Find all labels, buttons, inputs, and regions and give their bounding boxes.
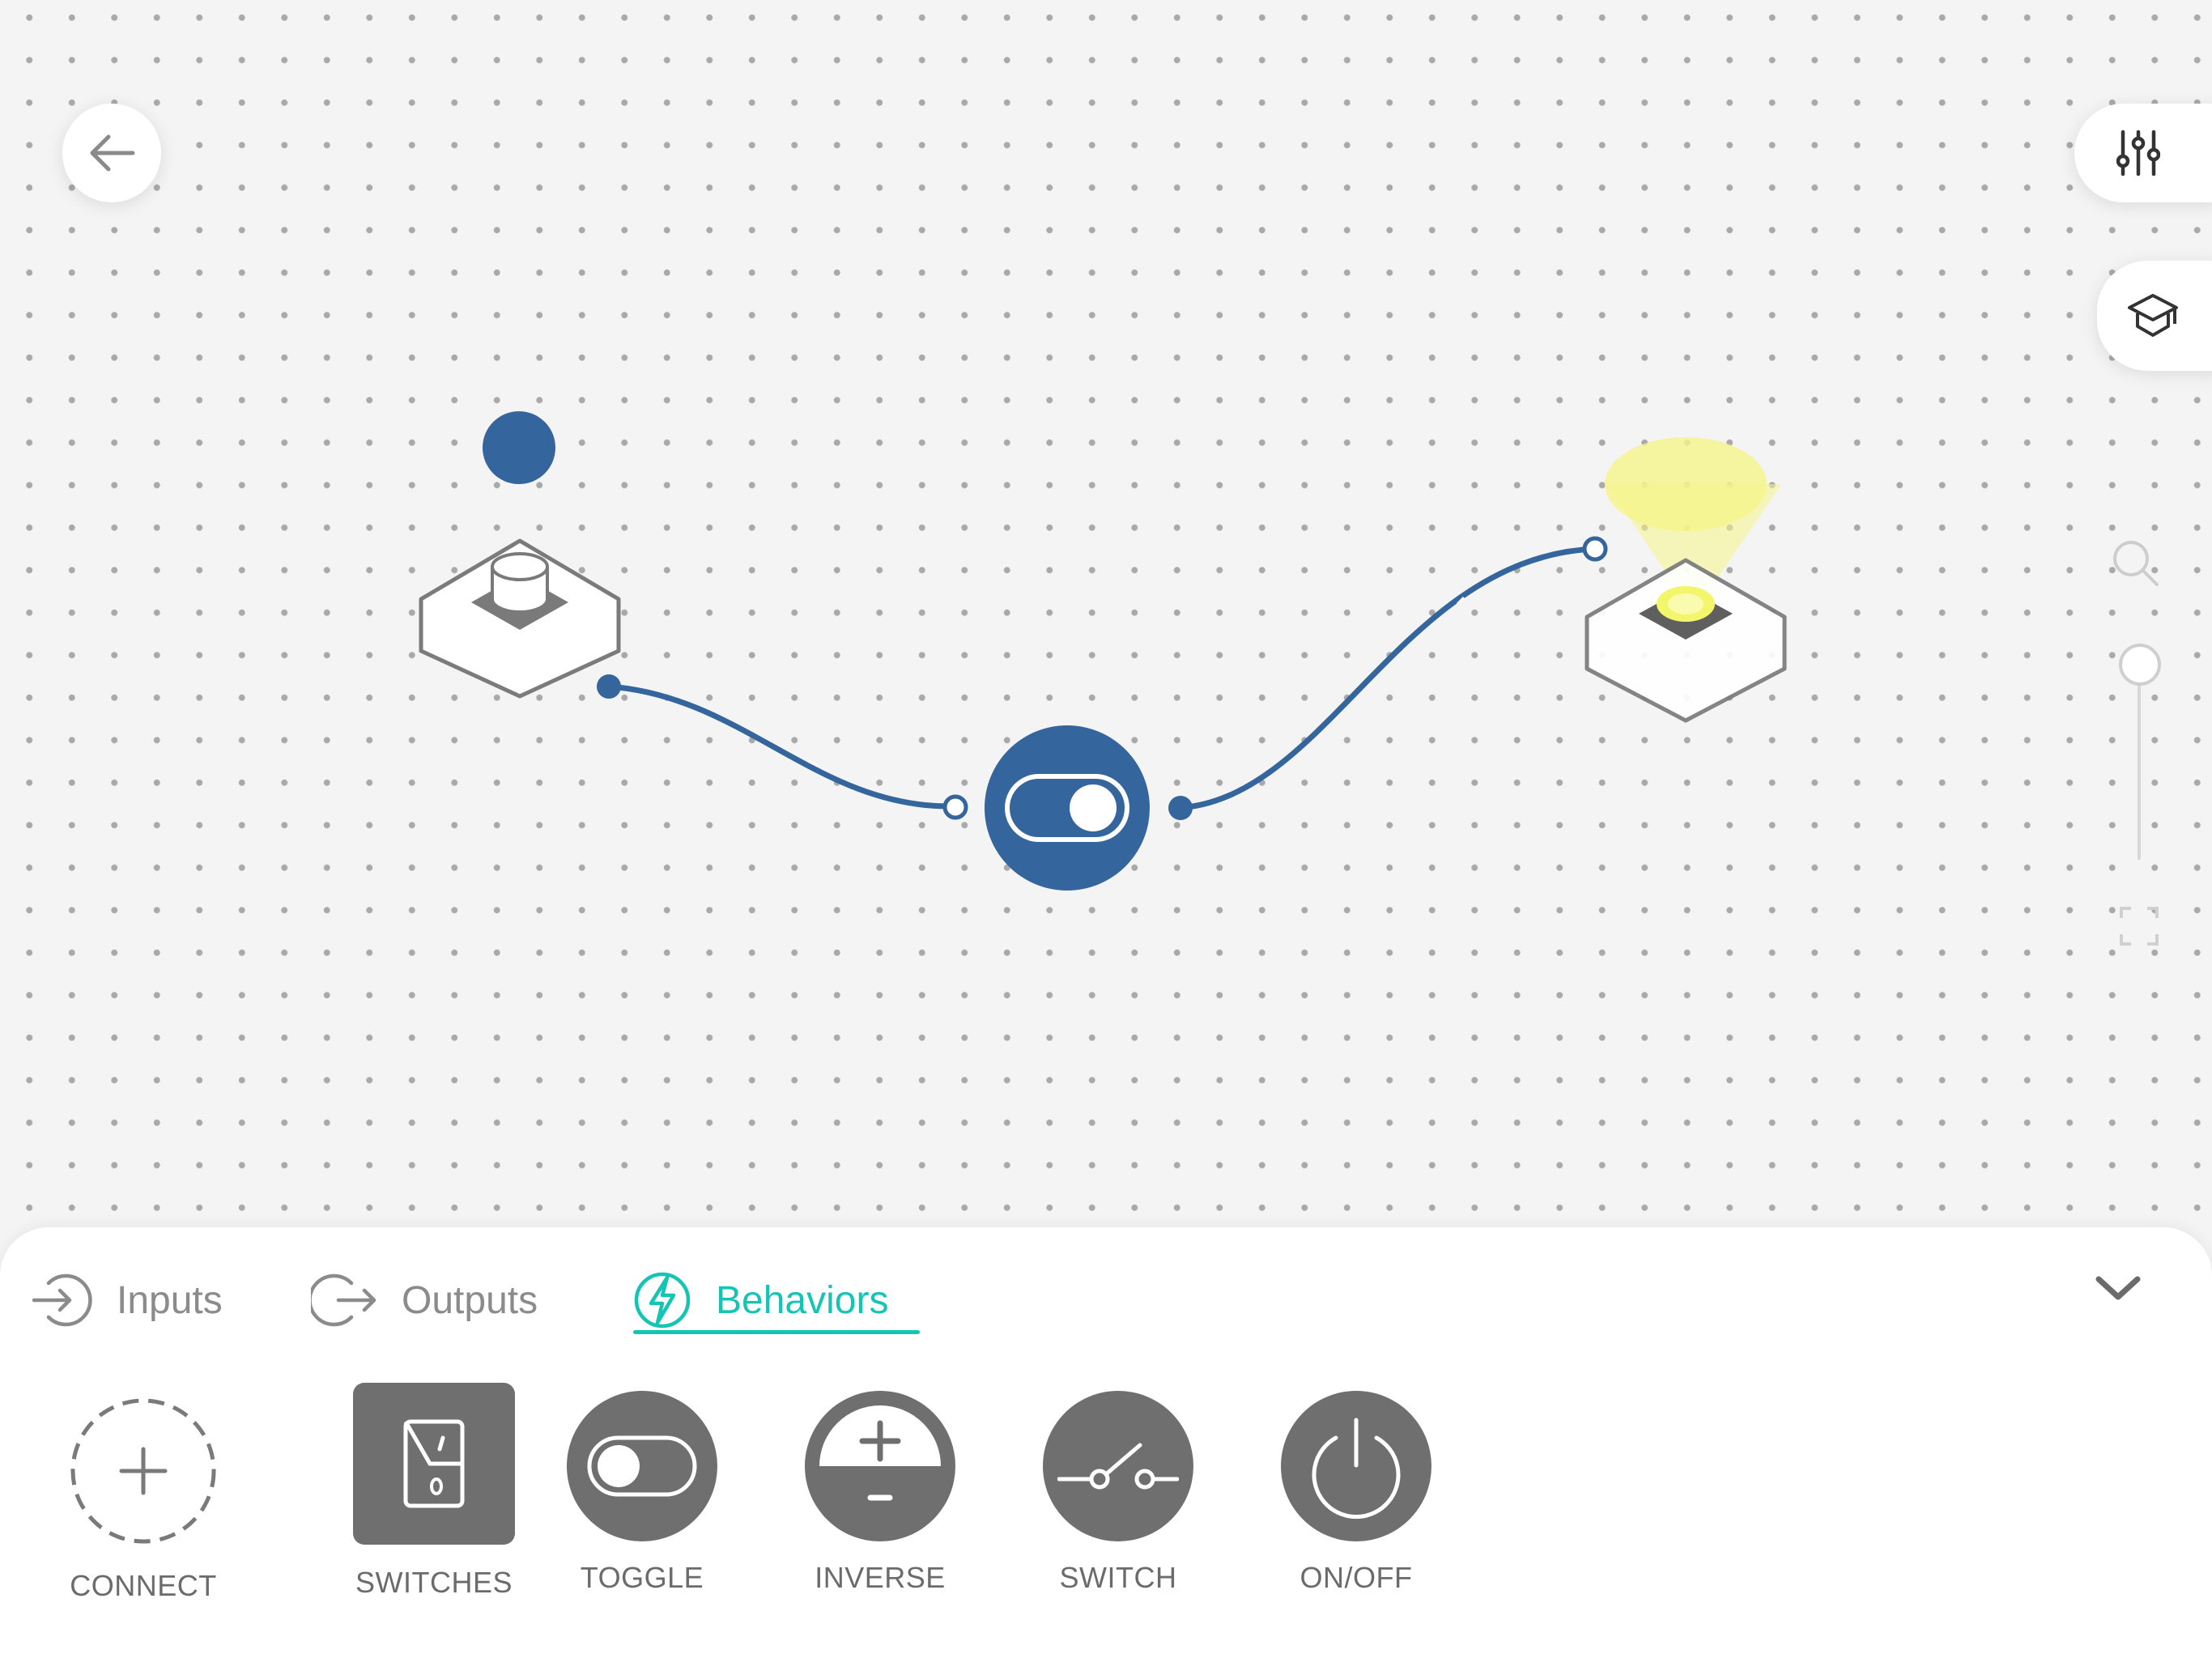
lightning-icon (634, 1272, 691, 1329)
palette-on-off[interactable]: ON/OFF (1270, 1391, 1443, 1595)
tab-inputs[interactable]: Inputs (31, 1260, 223, 1341)
connect-button[interactable]: CONNECT (60, 1396, 227, 1603)
wire-toggle-to-light[interactable] (1178, 546, 1594, 811)
plus-minus-icon (819, 1405, 941, 1501)
toggle-icon (587, 1435, 697, 1497)
wires-layer (597, 536, 1608, 820)
palette-inverse[interactable]: INVERSE (793, 1391, 967, 1595)
input-arrow-icon (32, 1273, 92, 1327)
toggle-behavior-node[interactable] (985, 725, 1150, 891)
power-icon (1312, 1418, 1401, 1519)
push-button-node[interactable] (415, 531, 625, 703)
circuit-switch-icon (1057, 1443, 1179, 1490)
on-off-tile (1281, 1391, 1431, 1541)
button-state-indicator (483, 411, 555, 484)
tab-outputs[interactable]: Outputs (311, 1260, 538, 1341)
toggle-tile (567, 1391, 717, 1541)
active-tab-indicator (633, 1330, 920, 1334)
palette-switches[interactable]: SWITCHES (353, 1383, 515, 1600)
toggle-output-port[interactable] (1168, 796, 1193, 820)
switches-tile (353, 1383, 515, 1545)
component-drawer: Inputs Outputs Behaviors CONNECT SWITCHE… (0, 1227, 2212, 1658)
toggle-input-port[interactable] (942, 794, 968, 820)
toggle-icon (1005, 774, 1129, 842)
plus-icon (70, 1398, 216, 1544)
tab-behaviors[interactable]: Behaviors (633, 1260, 888, 1341)
switch-tile (1043, 1391, 1193, 1541)
inverse-tile (805, 1391, 955, 1541)
palette-toggle[interactable]: TOGGLE (555, 1391, 729, 1595)
chevron-down-icon[interactable] (2094, 1271, 2142, 1303)
rocker-switch-icon (403, 1419, 465, 1508)
palette-switch[interactable]: SWITCH (1032, 1391, 1205, 1595)
light-node[interactable] (1579, 437, 1806, 729)
output-arrow-icon (311, 1273, 376, 1327)
wire-button-to-toggle[interactable] (608, 683, 956, 810)
